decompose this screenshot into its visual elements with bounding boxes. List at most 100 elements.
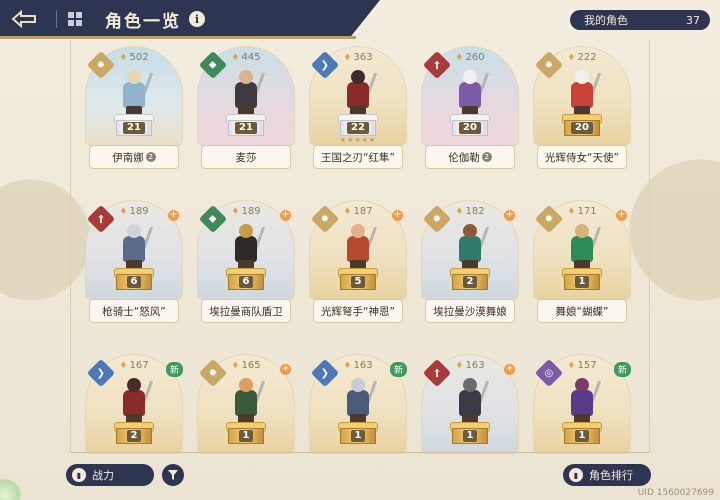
character-pedestal: 2	[112, 422, 156, 444]
character-sprite	[566, 222, 602, 272]
character-card[interactable]: ✹182+2埃拉曼沙漠舞娘	[421, 200, 519, 326]
character-name-plate: 伦伽勒 2	[425, 145, 515, 169]
menu-grid-icon[interactable]	[65, 9, 85, 29]
character-name: 舞娘“蝴蝶”	[555, 305, 609, 318]
character-sprite	[454, 376, 490, 426]
character-name-plate: 光辉侍女“天使”	[537, 145, 627, 169]
ranking-icon: ▮	[569, 468, 583, 482]
corner-decoration	[0, 478, 22, 500]
character-pedestal: 6	[112, 268, 156, 290]
character-sprite	[566, 68, 602, 118]
bottom-frame-line	[70, 452, 650, 453]
character-name: 麦莎	[235, 151, 257, 164]
upgrade-available-badge: +	[616, 210, 627, 221]
character-sprite	[454, 68, 490, 118]
character-level: 22	[347, 122, 369, 134]
new-badge: 新	[613, 362, 631, 377]
character-name-plate: 埃拉曼沙漠舞娘	[425, 299, 515, 323]
sort-icon: ▮	[72, 468, 86, 482]
character-card[interactable]: ❯36322★★★★★王国之刃“红隼”	[309, 46, 407, 172]
character-name-plate: 麦莎	[201, 145, 291, 169]
character-card[interactable]: †189+6枪骑士“怒风”	[85, 200, 183, 326]
character-pedestal: 5	[336, 268, 380, 290]
character-level: 21	[235, 122, 257, 134]
sort-by-power-button[interactable]: ▮ 战力	[66, 464, 154, 486]
new-badge: 新	[389, 362, 407, 377]
character-pedestal: 22	[336, 114, 380, 136]
character-sprite	[230, 376, 266, 426]
upgrade-available-badge: +	[280, 364, 291, 375]
character-sprite	[454, 222, 490, 272]
character-level: 21	[123, 122, 145, 134]
character-level: 1	[462, 430, 478, 442]
character-name-plate: 舞娘“蝴蝶”	[537, 299, 627, 323]
character-pedestal: 1	[336, 422, 380, 444]
character-pedestal: 1	[560, 268, 604, 290]
character-card[interactable]: ✹50221伊南娜2	[85, 46, 183, 172]
character-level: 1	[238, 430, 254, 442]
character-pedestal: 1	[224, 422, 268, 444]
awakening-badge: 2	[481, 152, 492, 162]
character-name: 枪骑士“怒风”	[102, 305, 166, 318]
character-name-plate: 王国之刃“红隼”	[313, 145, 403, 169]
character-pedestal: 1	[560, 422, 604, 444]
character-name: 伊南娜	[112, 151, 144, 164]
character-sprite	[230, 222, 266, 272]
new-badge: 新	[165, 362, 183, 377]
upgrade-available-badge: +	[392, 210, 403, 221]
character-pedestal: 20	[560, 114, 604, 136]
character-sprite	[342, 376, 378, 426]
character-card[interactable]: ✹22220光辉侍女“天使”	[533, 46, 631, 172]
character-sprite	[118, 68, 154, 118]
character-ranking-button[interactable]: ▮ 角色排行	[563, 464, 651, 486]
character-sprite	[342, 68, 378, 118]
awakening-badge: 2	[145, 152, 156, 162]
character-power: 260	[421, 52, 519, 63]
character-name: 王国之刃“红隼”	[321, 151, 395, 164]
sort-power-label: 战力	[92, 469, 114, 482]
filter-button[interactable]	[162, 464, 184, 486]
character-card[interactable]: †26020伦伽勒2	[421, 46, 519, 172]
character-name-plate: 埃拉曼商队盾卫	[201, 299, 291, 323]
character-power: 363	[309, 52, 407, 63]
my-characters-label: 我的角色	[584, 14, 628, 27]
character-name-plate: 枪骑士“怒风”	[89, 299, 179, 323]
character-card[interactable]: ◆44521麦莎	[197, 46, 295, 172]
my-characters-counter: 我的角色 37	[570, 10, 710, 30]
user-id: UID 1560027699	[637, 488, 714, 498]
character-name-plate: 光辉弩手“神恩”	[313, 299, 403, 323]
character-pedestal: 6	[224, 268, 268, 290]
character-level: 6	[126, 276, 142, 288]
character-power: 222	[533, 52, 631, 63]
character-level: 20	[571, 122, 593, 134]
upgrade-available-badge: +	[280, 210, 291, 221]
character-level: 1	[574, 430, 590, 442]
character-level: 6	[238, 276, 254, 288]
page-title: 角色一览	[105, 11, 181, 32]
character-name: 埃拉曼沙漠舞娘	[433, 305, 507, 318]
character-level: 1	[574, 276, 590, 288]
character-pedestal: 21	[224, 114, 268, 136]
character-sprite	[118, 222, 154, 272]
upgrade-available-badge: +	[504, 364, 515, 375]
character-name-plate: 伊南娜 2	[89, 145, 179, 169]
character-name: 光辉弩手“神恩”	[321, 305, 395, 318]
character-card[interactable]: ✹171+1舞娘“蝴蝶”	[533, 200, 631, 326]
character-card[interactable]: ✹187+5光辉弩手“神恩”	[309, 200, 407, 326]
filter-icon	[168, 470, 178, 480]
character-card[interactable]: ◆189+6埃拉曼商队盾卫	[197, 200, 295, 326]
header-accent-line	[0, 36, 356, 39]
header-separator	[56, 10, 57, 28]
character-power: 445	[197, 52, 295, 63]
star-rating: ★★★★★	[339, 136, 377, 144]
upgrade-available-badge: +	[504, 210, 515, 221]
character-level: 20	[459, 122, 481, 134]
character-level: 5	[350, 276, 366, 288]
back-button[interactable]	[0, 0, 48, 38]
character-name: 光辉侍女“天使”	[545, 151, 619, 164]
character-level: 1	[350, 430, 366, 442]
info-icon[interactable]: i	[189, 11, 205, 27]
character-pedestal: 1	[448, 422, 492, 444]
back-arrow-icon	[11, 9, 36, 29]
bottom-bar: ▮ 战力 ▮ 角色排行 UID 1560027699	[0, 452, 720, 500]
